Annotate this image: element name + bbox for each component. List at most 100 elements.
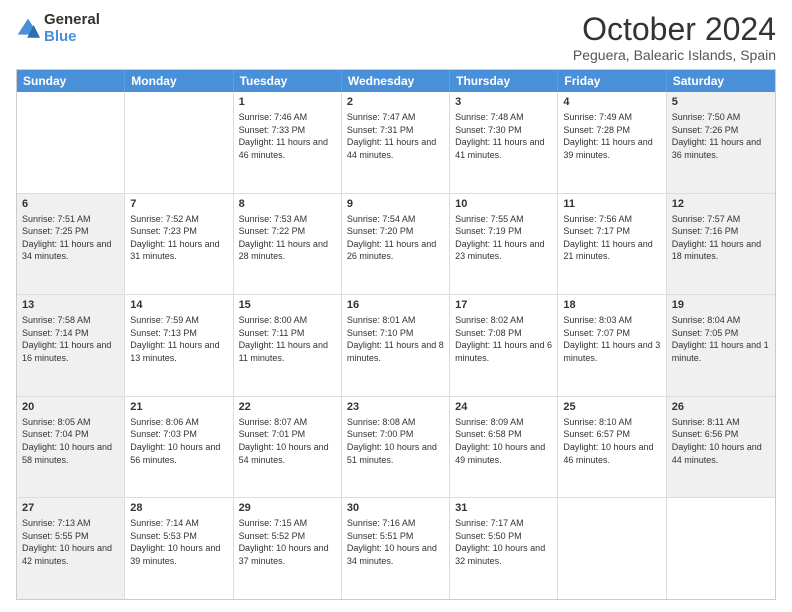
day-header-friday: Friday bbox=[558, 70, 666, 92]
day-number: 5 bbox=[672, 95, 770, 110]
day-number: 2 bbox=[347, 95, 444, 110]
day-info: Sunrise: 8:04 AM Sunset: 7:05 PM Dayligh… bbox=[672, 314, 770, 364]
calendar: SundayMondayTuesdayWednesdayThursdayFrid… bbox=[16, 69, 776, 600]
day-info: Sunrise: 7:59 AM Sunset: 7:13 PM Dayligh… bbox=[130, 314, 227, 364]
day-info: Sunrise: 8:00 AM Sunset: 7:11 PM Dayligh… bbox=[239, 314, 336, 364]
day-cell: 11Sunrise: 7:56 AM Sunset: 7:17 PM Dayli… bbox=[558, 194, 666, 295]
day-cell: 16Sunrise: 8:01 AM Sunset: 7:10 PM Dayli… bbox=[342, 295, 450, 396]
day-header-thursday: Thursday bbox=[450, 70, 558, 92]
day-info: Sunrise: 7:48 AM Sunset: 7:30 PM Dayligh… bbox=[455, 111, 552, 161]
day-cell: 23Sunrise: 8:08 AM Sunset: 7:00 PM Dayli… bbox=[342, 397, 450, 498]
day-info: Sunrise: 7:15 AM Sunset: 5:52 PM Dayligh… bbox=[239, 517, 336, 567]
day-number: 8 bbox=[239, 197, 336, 212]
day-number: 1 bbox=[239, 95, 336, 110]
day-number: 23 bbox=[347, 400, 444, 415]
day-info: Sunrise: 7:17 AM Sunset: 5:50 PM Dayligh… bbox=[455, 517, 552, 567]
day-number: 21 bbox=[130, 400, 227, 415]
day-info: Sunrise: 7:49 AM Sunset: 7:28 PM Dayligh… bbox=[563, 111, 660, 161]
day-info: Sunrise: 8:10 AM Sunset: 6:57 PM Dayligh… bbox=[563, 416, 660, 466]
day-info: Sunrise: 7:16 AM Sunset: 5:51 PM Dayligh… bbox=[347, 517, 444, 567]
day-number: 27 bbox=[22, 501, 119, 516]
logo-text: General Blue bbox=[44, 12, 100, 45]
day-info: Sunrise: 8:09 AM Sunset: 6:58 PM Dayligh… bbox=[455, 416, 552, 466]
day-number: 17 bbox=[455, 298, 552, 313]
day-cell: 31Sunrise: 7:17 AM Sunset: 5:50 PM Dayli… bbox=[450, 498, 558, 599]
day-cell bbox=[17, 92, 125, 193]
title-section: October 2024 Peguera, Balearic Islands, … bbox=[573, 12, 776, 63]
day-number: 15 bbox=[239, 298, 336, 313]
day-number: 6 bbox=[22, 197, 119, 212]
day-cell: 17Sunrise: 8:02 AM Sunset: 7:08 PM Dayli… bbox=[450, 295, 558, 396]
day-cell: 26Sunrise: 8:11 AM Sunset: 6:56 PM Dayli… bbox=[667, 397, 775, 498]
logo: General Blue bbox=[16, 12, 100, 45]
day-info: Sunrise: 7:46 AM Sunset: 7:33 PM Dayligh… bbox=[239, 111, 336, 161]
week-row-2: 6Sunrise: 7:51 AM Sunset: 7:25 PM Daylig… bbox=[17, 194, 775, 296]
day-number: 31 bbox=[455, 501, 552, 516]
day-cell: 14Sunrise: 7:59 AM Sunset: 7:13 PM Dayli… bbox=[125, 295, 233, 396]
day-cell: 28Sunrise: 7:14 AM Sunset: 5:53 PM Dayli… bbox=[125, 498, 233, 599]
day-cell: 30Sunrise: 7:16 AM Sunset: 5:51 PM Dayli… bbox=[342, 498, 450, 599]
day-cell: 2Sunrise: 7:47 AM Sunset: 7:31 PM Daylig… bbox=[342, 92, 450, 193]
day-number: 14 bbox=[130, 298, 227, 313]
day-number: 12 bbox=[672, 197, 770, 212]
day-number: 30 bbox=[347, 501, 444, 516]
day-number: 19 bbox=[672, 298, 770, 313]
week-row-5: 27Sunrise: 7:13 AM Sunset: 5:55 PM Dayli… bbox=[17, 498, 775, 599]
day-info: Sunrise: 8:01 AM Sunset: 7:10 PM Dayligh… bbox=[347, 314, 444, 364]
day-number: 9 bbox=[347, 197, 444, 212]
day-info: Sunrise: 8:03 AM Sunset: 7:07 PM Dayligh… bbox=[563, 314, 660, 364]
day-cell: 10Sunrise: 7:55 AM Sunset: 7:19 PM Dayli… bbox=[450, 194, 558, 295]
day-number: 10 bbox=[455, 197, 552, 212]
day-info: Sunrise: 7:13 AM Sunset: 5:55 PM Dayligh… bbox=[22, 517, 119, 567]
day-cell: 19Sunrise: 8:04 AM Sunset: 7:05 PM Dayli… bbox=[667, 295, 775, 396]
day-number: 22 bbox=[239, 400, 336, 415]
day-number: 16 bbox=[347, 298, 444, 313]
month-title: October 2024 bbox=[573, 12, 776, 47]
day-info: Sunrise: 7:54 AM Sunset: 7:20 PM Dayligh… bbox=[347, 213, 444, 263]
day-info: Sunrise: 7:47 AM Sunset: 7:31 PM Dayligh… bbox=[347, 111, 444, 161]
day-headers-row: SundayMondayTuesdayWednesdayThursdayFrid… bbox=[17, 70, 775, 92]
day-number: 25 bbox=[563, 400, 660, 415]
day-cell: 20Sunrise: 8:05 AM Sunset: 7:04 PM Dayli… bbox=[17, 397, 125, 498]
day-info: Sunrise: 8:11 AM Sunset: 6:56 PM Dayligh… bbox=[672, 416, 770, 466]
day-cell: 24Sunrise: 8:09 AM Sunset: 6:58 PM Dayli… bbox=[450, 397, 558, 498]
day-cell: 13Sunrise: 7:58 AM Sunset: 7:14 PM Dayli… bbox=[17, 295, 125, 396]
day-info: Sunrise: 8:05 AM Sunset: 7:04 PM Dayligh… bbox=[22, 416, 119, 466]
day-info: Sunrise: 8:07 AM Sunset: 7:01 PM Dayligh… bbox=[239, 416, 336, 466]
day-info: Sunrise: 8:02 AM Sunset: 7:08 PM Dayligh… bbox=[455, 314, 552, 364]
day-cell: 8Sunrise: 7:53 AM Sunset: 7:22 PM Daylig… bbox=[234, 194, 342, 295]
day-cell: 5Sunrise: 7:50 AM Sunset: 7:26 PM Daylig… bbox=[667, 92, 775, 193]
day-cell: 21Sunrise: 8:06 AM Sunset: 7:03 PM Dayli… bbox=[125, 397, 233, 498]
day-number: 7 bbox=[130, 197, 227, 212]
day-info: Sunrise: 7:14 AM Sunset: 5:53 PM Dayligh… bbox=[130, 517, 227, 567]
day-header-wednesday: Wednesday bbox=[342, 70, 450, 92]
day-number: 20 bbox=[22, 400, 119, 415]
day-number: 28 bbox=[130, 501, 227, 516]
logo-icon bbox=[16, 17, 40, 41]
day-cell: 12Sunrise: 7:57 AM Sunset: 7:16 PM Dayli… bbox=[667, 194, 775, 295]
day-number: 4 bbox=[563, 95, 660, 110]
day-info: Sunrise: 7:51 AM Sunset: 7:25 PM Dayligh… bbox=[22, 213, 119, 263]
day-cell: 4Sunrise: 7:49 AM Sunset: 7:28 PM Daylig… bbox=[558, 92, 666, 193]
day-header-sunday: Sunday bbox=[17, 70, 125, 92]
day-number: 24 bbox=[455, 400, 552, 415]
day-info: Sunrise: 7:55 AM Sunset: 7:19 PM Dayligh… bbox=[455, 213, 552, 263]
day-cell: 22Sunrise: 8:07 AM Sunset: 7:01 PM Dayli… bbox=[234, 397, 342, 498]
day-info: Sunrise: 8:08 AM Sunset: 7:00 PM Dayligh… bbox=[347, 416, 444, 466]
day-cell: 9Sunrise: 7:54 AM Sunset: 7:20 PM Daylig… bbox=[342, 194, 450, 295]
day-number: 3 bbox=[455, 95, 552, 110]
day-header-saturday: Saturday bbox=[667, 70, 775, 92]
header: General Blue October 2024 Peguera, Balea… bbox=[16, 12, 776, 63]
day-cell: 29Sunrise: 7:15 AM Sunset: 5:52 PM Dayli… bbox=[234, 498, 342, 599]
day-info: Sunrise: 7:56 AM Sunset: 7:17 PM Dayligh… bbox=[563, 213, 660, 263]
day-cell bbox=[125, 92, 233, 193]
week-row-1: 1Sunrise: 7:46 AM Sunset: 7:33 PM Daylig… bbox=[17, 92, 775, 194]
day-info: Sunrise: 8:06 AM Sunset: 7:03 PM Dayligh… bbox=[130, 416, 227, 466]
day-cell: 27Sunrise: 7:13 AM Sunset: 5:55 PM Dayli… bbox=[17, 498, 125, 599]
day-cell bbox=[667, 498, 775, 599]
day-number: 18 bbox=[563, 298, 660, 313]
day-cell: 18Sunrise: 8:03 AM Sunset: 7:07 PM Dayli… bbox=[558, 295, 666, 396]
day-header-tuesday: Tuesday bbox=[234, 70, 342, 92]
day-number: 26 bbox=[672, 400, 770, 415]
week-row-4: 20Sunrise: 8:05 AM Sunset: 7:04 PM Dayli… bbox=[17, 397, 775, 499]
